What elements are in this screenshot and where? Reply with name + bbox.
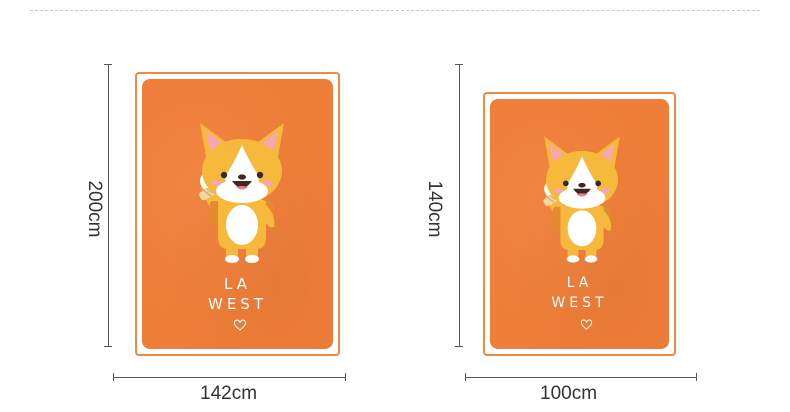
small-width-label: 100cm [540, 383, 598, 404]
large-blanket: LA WEST [135, 72, 340, 356]
blanket-text-line1: LA [224, 275, 251, 293]
small-height-dimension-line [459, 64, 460, 347]
corgi-illustration-icon [199, 123, 284, 263]
large-width-dimension-cap-left [113, 373, 114, 381]
large-height-dimension-cap-bottom [104, 346, 112, 347]
large-blanket-surface: LA WEST [142, 79, 333, 349]
small-blanket-surface: LA WEST [490, 99, 669, 349]
corgi-illustration-icon [543, 136, 620, 263]
top-divider [30, 10, 760, 11]
large-width-dimension-cap-right [345, 373, 346, 381]
small-height-dimension-cap-bottom [455, 346, 463, 347]
heart-icon [233, 319, 247, 331]
heart-icon [580, 319, 593, 330]
large-height-label: 200cm [84, 180, 105, 238]
small-blanket: LA WEST [483, 92, 676, 356]
large-width-label: 142cm [200, 383, 258, 404]
small-width-dimension-line [465, 377, 697, 378]
large-height-dimension-cap-top [104, 64, 112, 65]
blanket-text-line2: WEST [551, 295, 608, 311]
small-width-dimension-cap-right [696, 373, 697, 381]
large-width-dimension-line [113, 377, 346, 378]
small-height-label: 140cm [424, 180, 445, 238]
large-height-dimension-line [108, 64, 109, 347]
blanket-text-line2: WEST [208, 295, 267, 313]
blanket-text-line1: LA [566, 275, 593, 291]
small-height-dimension-cap-top [455, 64, 463, 65]
small-width-dimension-cap-left [465, 373, 466, 381]
